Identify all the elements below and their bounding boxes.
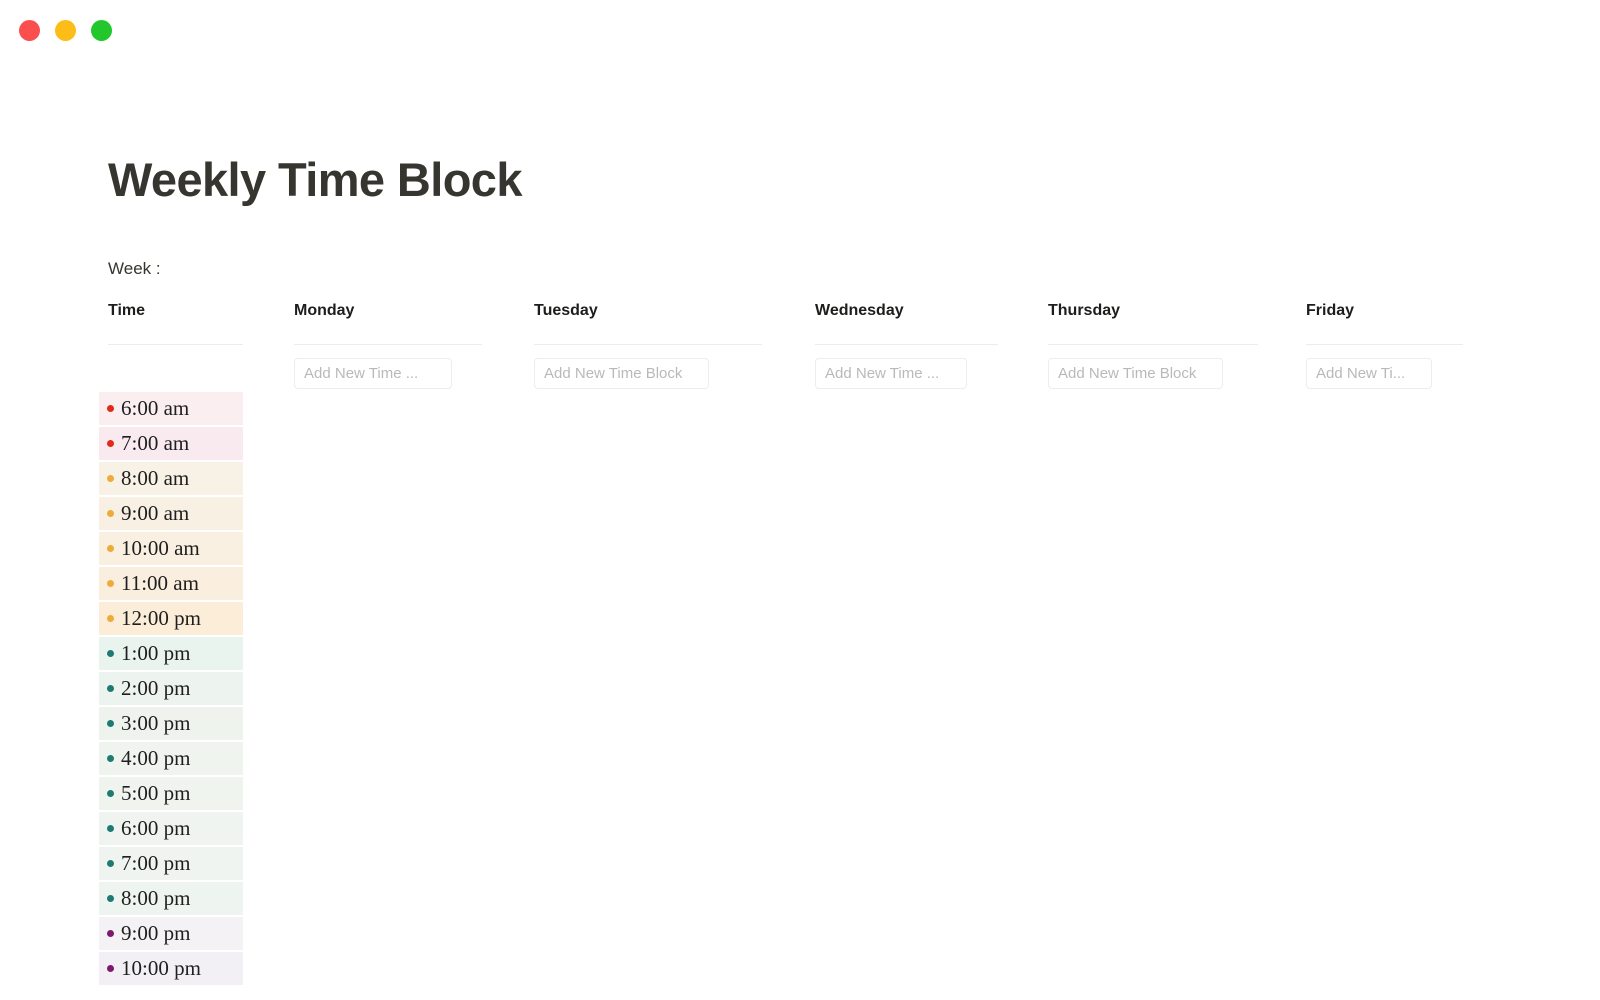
time-row[interactable]: 9:00 pm (99, 917, 243, 950)
time-row[interactable]: 3:00 pm (99, 707, 243, 740)
time-row[interactable]: 2:00 pm (99, 672, 243, 705)
page-title: Weekly Time Block (108, 153, 522, 206)
time-bullet-icon (107, 440, 114, 447)
time-label: 2:00 pm (121, 676, 191, 700)
time-bullet-icon (107, 685, 114, 692)
time-label: 12:00 pm (121, 606, 201, 630)
time-label: 9:00 am (121, 501, 190, 525)
column-divider (1306, 344, 1463, 345)
add-time-block-input-tuesday[interactable] (534, 358, 709, 389)
time-label: 8:00 am (121, 466, 190, 490)
column-header-tuesday: Tuesday (534, 302, 598, 319)
time-bullet-icon (107, 825, 114, 832)
time-bullet-icon (107, 615, 114, 622)
time-list: 6:00 am 7:00 am 8:00 am 9:00 am 10:00 am 11:0… (99, 392, 243, 987)
time-row[interactable]: 8:00 am (99, 462, 243, 495)
column-divider (815, 344, 998, 345)
time-label: 10:00 am (121, 536, 200, 560)
time-label: 3:00 pm (121, 711, 191, 735)
time-label: 4:00 pm (121, 746, 191, 770)
time-bullet-icon (107, 790, 114, 797)
time-bullet-icon (107, 580, 114, 587)
time-row[interactable]: 6:00 am (99, 392, 243, 425)
maximize-window-button[interactable] (91, 20, 112, 41)
add-time-block-input-monday[interactable] (294, 358, 452, 389)
time-label: 6:00 pm (121, 816, 191, 840)
column-header-wednesday: Wednesday (815, 302, 904, 319)
column-divider (1048, 344, 1258, 345)
column-header-friday: Friday (1306, 302, 1355, 319)
column-monday: Monday (294, 300, 482, 389)
time-bullet-icon (107, 475, 114, 482)
time-bullet-icon (107, 755, 114, 762)
column-header-time: Time (108, 302, 146, 319)
time-bullet-icon (107, 860, 114, 867)
time-bullet-icon (107, 965, 114, 972)
time-row[interactable]: 1:00 pm (99, 637, 243, 670)
time-label: 9:00 pm (121, 921, 191, 945)
add-time-block-input-wednesday[interactable] (815, 358, 967, 389)
time-row[interactable]: 8:00 pm (99, 882, 243, 915)
column-wednesday: Wednesday (815, 300, 998, 389)
time-row[interactable]: 10:00 am (99, 532, 243, 565)
time-label: 1:00 pm (121, 641, 191, 665)
column-header-thursday: Thursday (1048, 302, 1121, 319)
weekly-time-block-grid: Time Monday Tuesday Wednesday Thursday Friday… (0, 300, 1600, 1000)
column-divider (294, 344, 482, 345)
time-label: 10:00 pm (121, 956, 201, 980)
column-thursday: Thursday (1048, 300, 1258, 389)
time-label: 7:00 pm (121, 851, 191, 875)
column-divider (534, 344, 762, 345)
column-time: Time (108, 300, 243, 345)
time-bullet-icon (107, 545, 114, 552)
time-row[interactable]: 10:00 pm (99, 952, 243, 985)
time-label: 7:00 am (121, 431, 190, 455)
time-bullet-icon (107, 930, 114, 937)
time-bullet-icon (107, 720, 114, 727)
add-time-block-input-thursday[interactable] (1048, 358, 1223, 389)
time-bullet-icon (107, 895, 114, 902)
column-divider (108, 344, 243, 345)
time-label: 11:00 am (121, 571, 199, 595)
time-bullet-icon (107, 510, 114, 517)
column-friday: Friday (1306, 300, 1463, 389)
column-tuesday: Tuesday (534, 300, 762, 389)
add-time-block-input-friday[interactable] (1306, 358, 1432, 389)
column-header-monday: Monday (294, 302, 355, 319)
time-row[interactable]: 4:00 pm (99, 742, 243, 775)
minimize-window-button[interactable] (55, 20, 76, 41)
time-bullet-icon (107, 650, 114, 657)
app-window: Weekly Time Block Week : Time Monday Tuesd… (0, 0, 1600, 1000)
time-row[interactable]: 7:00 pm (99, 847, 243, 880)
time-row[interactable]: 7:00 am (99, 427, 243, 460)
time-label: 8:00 pm (121, 886, 191, 910)
time-row[interactable]: 12:00 pm (99, 602, 243, 635)
close-window-button[interactable] (19, 20, 40, 41)
time-label: 6:00 am (121, 396, 190, 420)
time-bullet-icon (107, 405, 114, 412)
time-row[interactable]: 9:00 am (99, 497, 243, 530)
window-controls (19, 20, 112, 41)
time-row[interactable]: 11:00 am (99, 567, 243, 600)
window-titlebar (0, 0, 1600, 60)
time-label: 5:00 pm (121, 781, 191, 805)
time-row[interactable]: 6:00 pm (99, 812, 243, 845)
time-row[interactable]: 5:00 pm (99, 777, 243, 810)
week-label: Week : (108, 259, 161, 278)
